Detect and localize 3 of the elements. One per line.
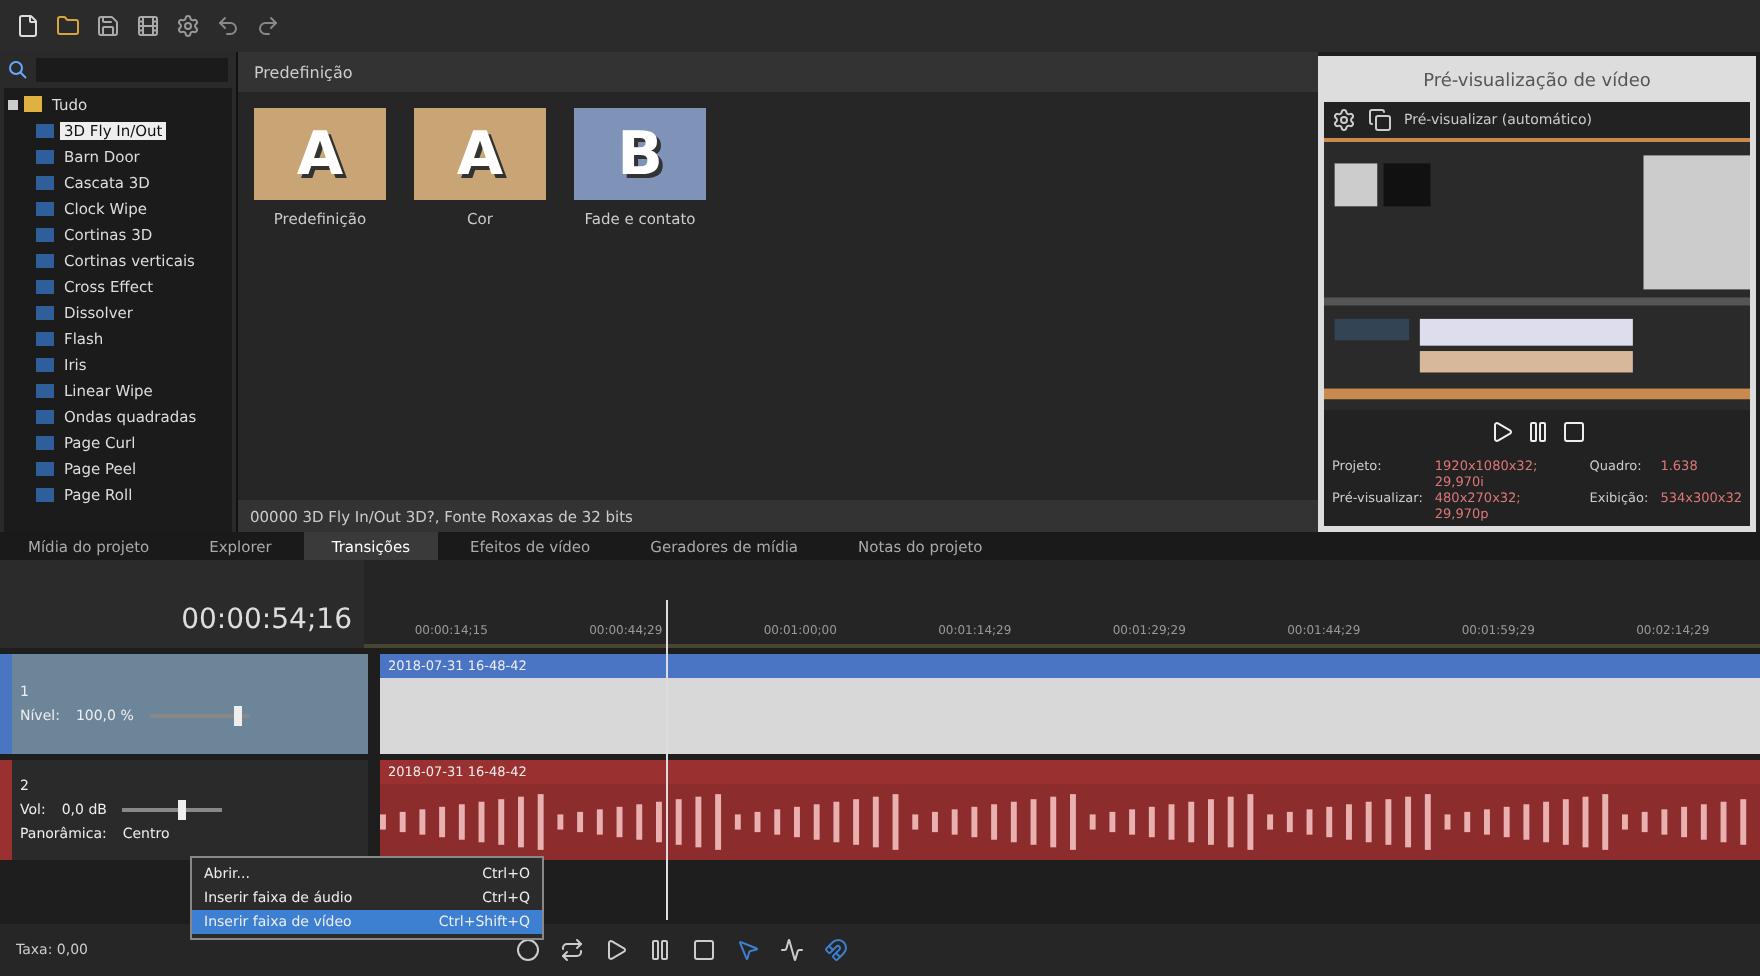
timecode: 00:00:54;16: [181, 604, 352, 636]
window-title: Pré-visualização de vídeo: [1423, 72, 1651, 92]
panel-title: Predefinição: [254, 63, 353, 81]
